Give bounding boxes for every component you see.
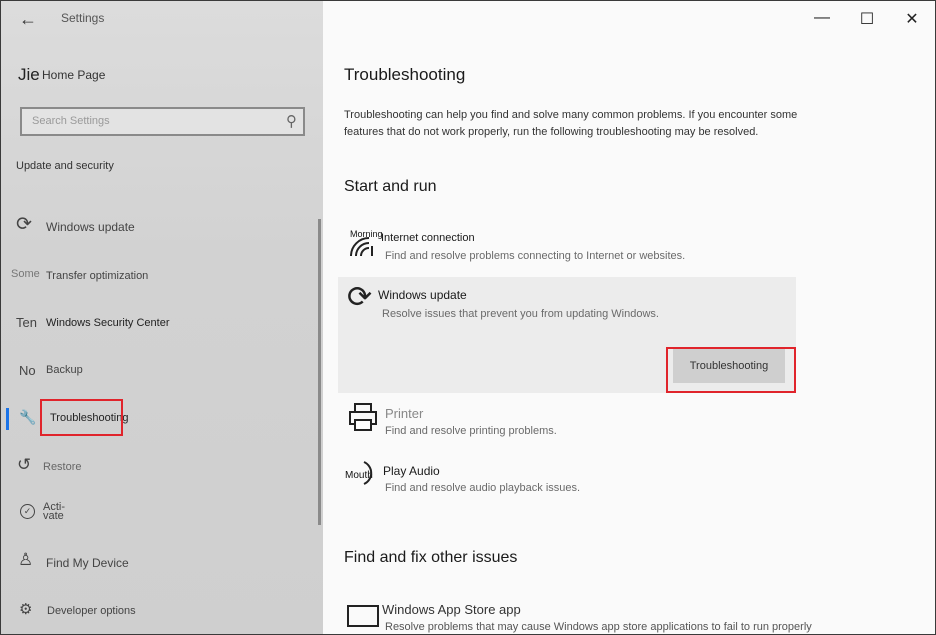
sidebar-item-label: Windows update: [46, 220, 135, 234]
troubleshooter-internet-connection[interactable]: Morning Internet connection Find and res…: [338, 224, 796, 272]
maximize-icon[interactable]: ☐: [857, 9, 877, 29]
page-title: Troubleshooting: [344, 65, 466, 84]
speaker-icon: [360, 458, 380, 494]
activate-icon: ✓: [20, 504, 35, 519]
search-input[interactable]: [30, 114, 274, 128]
item-title: Windows update: [378, 288, 467, 302]
section-title: Update and security: [16, 160, 114, 172]
troubleshooter-printer[interactable]: Printer Find and resolve printing proble…: [338, 399, 796, 447]
item-title: Play Audio: [383, 464, 440, 478]
wifi-icon: [349, 236, 375, 263]
back-arrow-icon[interactable]: ←: [17, 8, 39, 30]
settings-window: ← Settings Jie Home Page ⚲ Update and se…: [0, 0, 936, 635]
item-subtitle: Find and resolve problems connecting to …: [385, 250, 686, 262]
developer-icon: ⚙: [19, 601, 33, 618]
minimize-icon[interactable]: —: [812, 9, 832, 27]
refresh-icon: ⟳: [16, 214, 32, 235]
sidebar-item-label: Windows Security Center: [46, 317, 170, 329]
sidebar-item-label: Backup: [46, 364, 83, 376]
sidebar-item-label: Find My Device: [46, 556, 129, 570]
sidebar-item-security-center[interactable]: Ten Windows Security Center: [1, 309, 311, 339]
sidebar-item-restore[interactable]: ↺ Restore: [1, 453, 311, 483]
shield-icon: Ten: [16, 315, 37, 330]
sidebar-item-developer-options[interactable]: ⚙ Developer options: [1, 597, 311, 627]
find-and-fix-heading: Find and fix other issues: [344, 549, 518, 566]
sidebar-scrollbar[interactable]: [318, 219, 321, 525]
start-and-run-heading: Start and run: [344, 178, 437, 195]
main-content: — ☐ ✕ Troubleshooting Troubleshooting ca…: [323, 1, 935, 634]
sidebar-item-find-my-device[interactable]: ♙ Find My Device: [1, 548, 311, 578]
item-title: Windows App Store app: [382, 602, 521, 617]
home-label: Home Page: [42, 68, 106, 82]
sidebar-item-activate[interactable]: ✓ Acti-vate: [1, 500, 311, 530]
wrench-icon: 🔧: [19, 409, 37, 425]
sidebar-item-label: Acti-vate: [43, 501, 65, 522]
highlight-box: [40, 399, 123, 436]
printer-icon: [348, 402, 378, 438]
search-icon[interactable]: ⚲: [286, 112, 297, 130]
sidebar-item-label: Transfer optimization: [46, 270, 149, 282]
search-box[interactable]: ⚲: [20, 107, 305, 136]
backup-icon: No: [19, 363, 36, 378]
sidebar-item-windows-update[interactable]: ⟳ Windows update: [1, 212, 311, 242]
active-indicator: [6, 408, 9, 430]
item-subtitle: Resolve problems that may cause Windows …: [385, 621, 812, 633]
transfer-icon: Some: [11, 268, 40, 280]
person-icon: ♙: [18, 550, 34, 569]
sidebar-item-label: Developer options: [47, 605, 136, 617]
item-subtitle: Find and resolve audio playback issues.: [385, 482, 581, 494]
store-window-icon: [347, 603, 379, 633]
item-subtitle: Resolve issues that prevent you from upd…: [382, 308, 659, 320]
item-title: Internet connection: [381, 232, 475, 244]
sidebar-item-label: Restore: [43, 461, 82, 473]
restore-icon: ↺: [17, 455, 32, 474]
window-title: Settings: [61, 11, 105, 25]
item-subtitle: Find and resolve printing problems.: [385, 425, 557, 437]
sidebar: ← Settings Jie Home Page ⚲ Update and se…: [1, 1, 323, 634]
sidebar-item-transfer-optimization[interactable]: Some Transfer optimization: [1, 262, 311, 292]
home-icon: Jie: [18, 65, 40, 84]
page-description: Troubleshooting can help you find and so…: [344, 109, 798, 138]
troubleshooter-windows-app-store[interactable]: Windows App Store app Resolve problems t…: [338, 597, 812, 634]
troubleshooter-play-audio[interactable]: Mouth Play Audio Find and resolve audio …: [338, 456, 796, 504]
close-icon[interactable]: ✕: [902, 9, 922, 29]
item-title: Printer: [385, 406, 424, 421]
sidebar-item-backup[interactable]: No Backup: [1, 356, 311, 386]
highlight-box: [666, 347, 796, 393]
refresh-icon: ⟳: [347, 281, 373, 314]
